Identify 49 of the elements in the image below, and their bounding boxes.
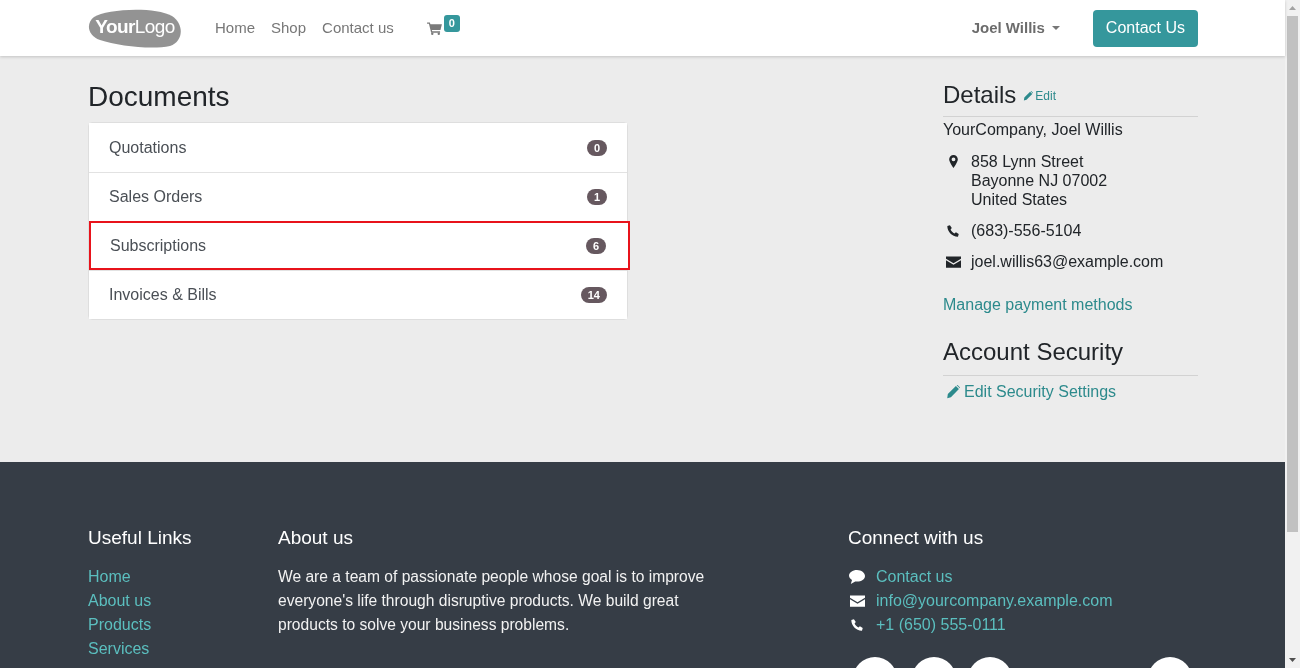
document-category-row[interactable]: Invoices & Bills 14 [89,270,627,319]
chat-bubble-icon [849,570,865,584]
footer-heading: Connect with us [848,526,985,550]
envelope-icon [849,595,865,607]
count-badge: 0 [586,139,607,156]
envelope-icon [945,255,961,268]
footer-link[interactable]: Products [88,616,152,633]
count-badge: 1 [586,189,607,205]
phone-link[interactable]: +1 (650) 555-0111 [876,613,1006,637]
count-badge: 14 [580,287,607,303]
cart-count-badge: 0 [443,15,460,32]
edit-security-link[interactable]: Edit Security Settings [946,382,1117,402]
scrollbar-thumb[interactable] [1287,16,1298,532]
scrollbar[interactable] [1285,0,1300,668]
footer-link[interactable]: Services [88,640,150,657]
nav-link[interactable]: Shop [271,18,307,38]
page-heading: Documents [88,80,231,114]
caret-icon [1051,26,1060,30]
footer-heading: About us [278,526,354,550]
logo[interactable]: YourLogo [88,8,182,48]
document-category-row[interactable]: Subscriptions 6 [89,221,630,270]
cart-icon[interactable] [426,22,442,35]
pencil-icon [946,385,960,399]
count-badge: 6 [585,237,606,254]
pencil-icon [1023,91,1034,101]
user-menu[interactable]: Joel Willis [971,16,1060,40]
address-line: United States [971,190,1069,209]
nav-link[interactable]: Home [215,18,255,38]
customer-name: YourCompany, Joel Willis [943,120,1124,140]
footer-heading: Useful Links [88,526,193,550]
email-address: joel.willis63@example.com [971,252,1164,271]
phone-number: (683)-556-5104 [971,221,1082,240]
contact-us-button[interactable]: Contact Us [1092,9,1198,47]
contact-link[interactable]: Contact us [876,565,953,589]
address-line: Bayonne NJ 07002 [971,171,1108,190]
edit-link[interactable]: Edit [1023,89,1057,103]
scroll-down-arrow-icon[interactable] [1289,658,1296,662]
address-line: 858 Lynn Street [971,152,1085,171]
section-heading: Details [943,80,1017,110]
phone-icon [947,224,959,237]
about-text: We are a team of passionate people whose goal is to improve everyone's life through disruptive products. We build great products to solve your business problems. [278,567,706,635]
footer-link[interactable]: About us [88,592,152,609]
map-pin-icon [948,155,958,168]
email-link[interactable]: info@yourcompany.example.com [876,589,1113,613]
nav-link[interactable]: Contact us [322,18,394,38]
footer-link[interactable]: Home [88,568,131,585]
manage-payment-link[interactable]: Manage payment methods [943,296,1133,313]
phone-icon [851,619,863,631]
section-heading: Account Security [943,337,1125,367]
